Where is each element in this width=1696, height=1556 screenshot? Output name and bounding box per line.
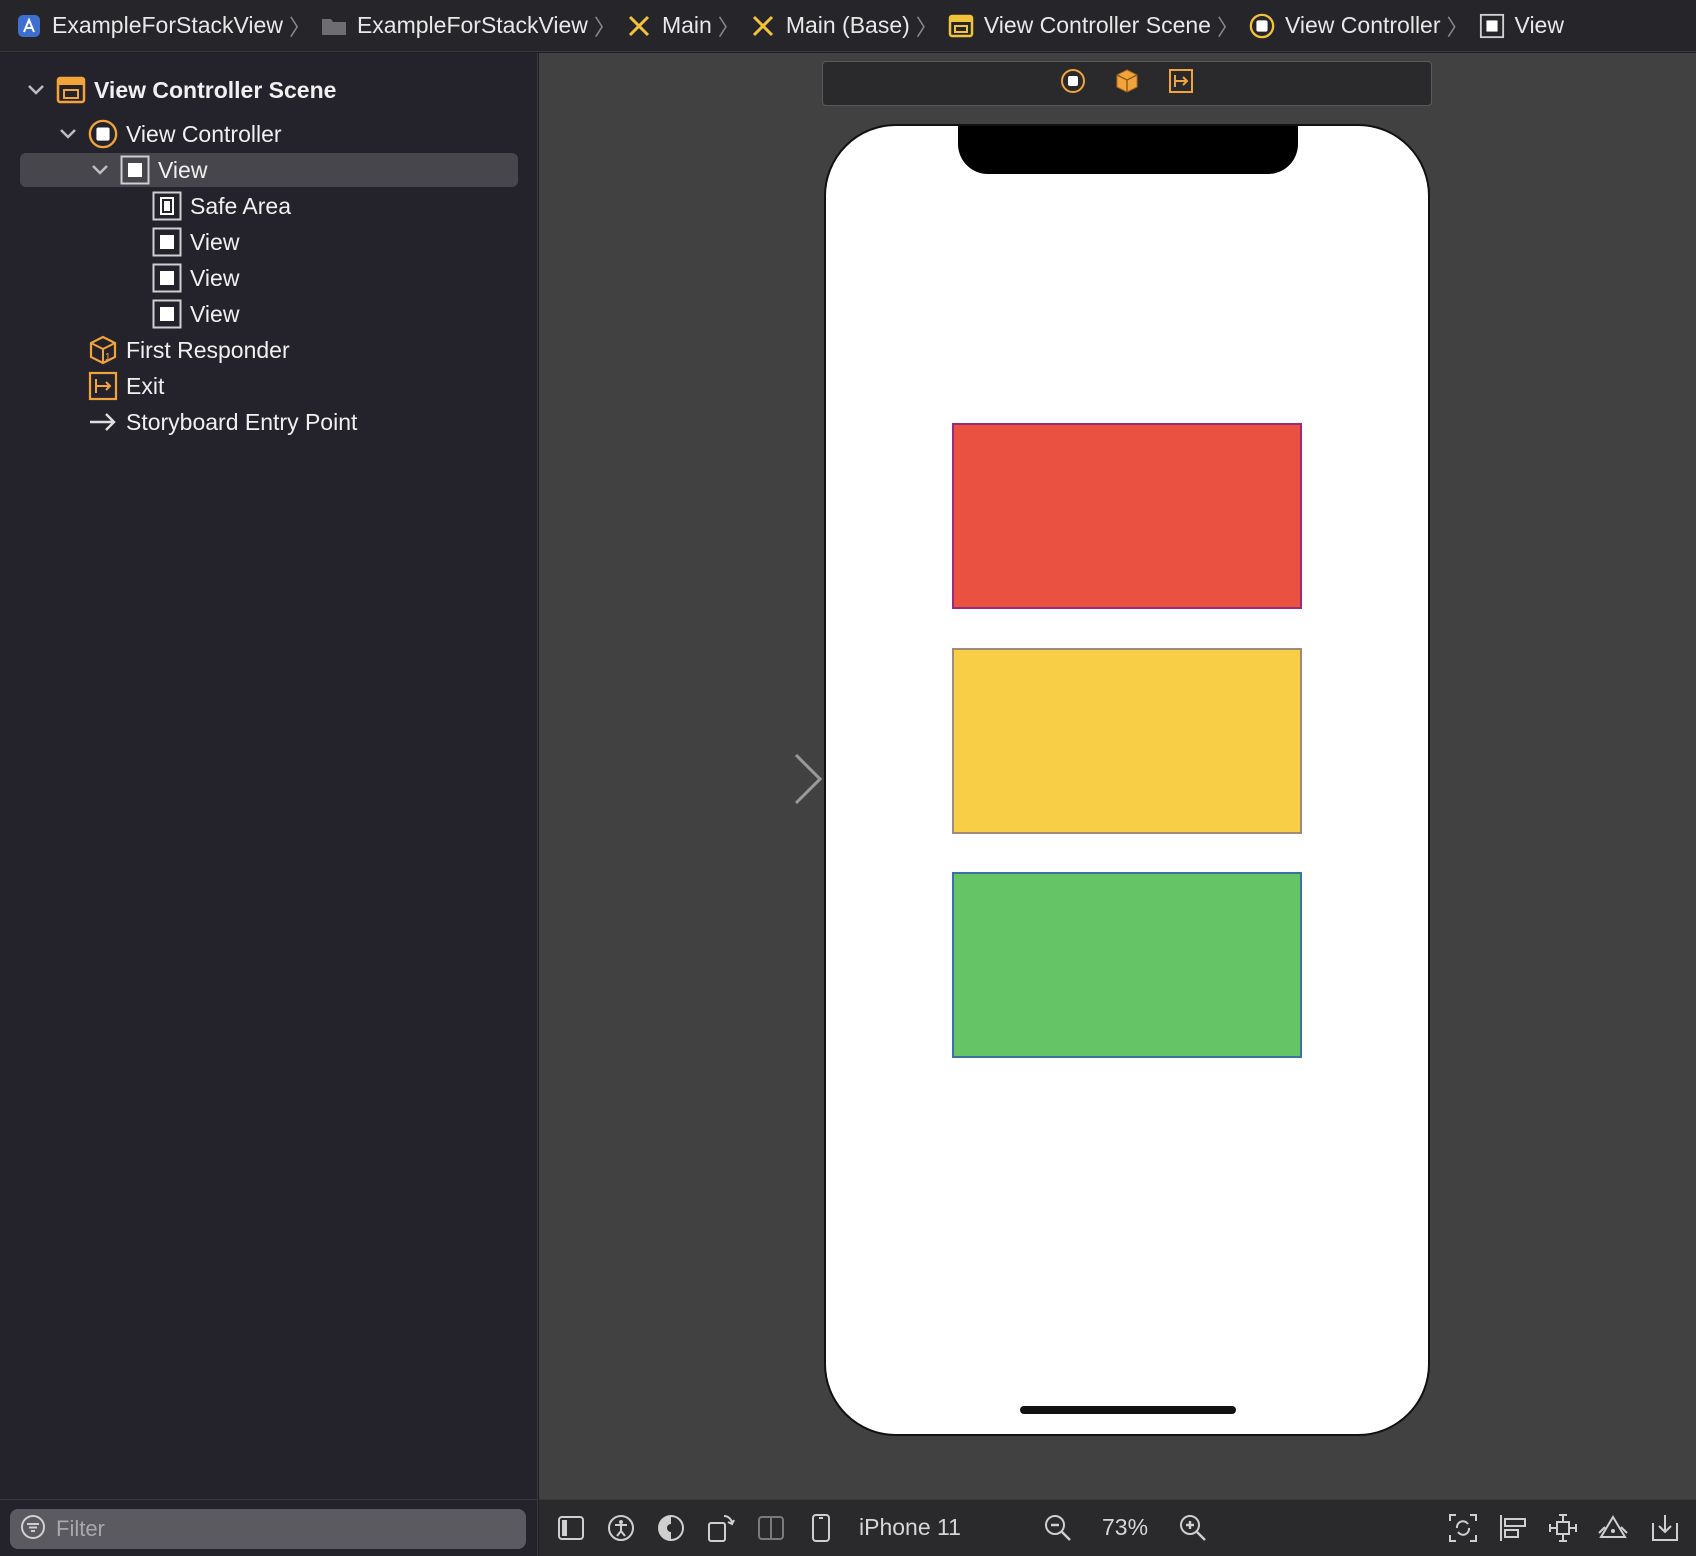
accessibility-icon[interactable] [603,1510,639,1546]
view-icon [152,263,182,293]
device-selector[interactable]: iPhone 11 [859,1514,961,1541]
outline-label: View [190,300,240,327]
filter-icon [20,1514,46,1545]
canvas-toolbar: iPhone 11 73% [539,1499,1696,1556]
add-constraints-icon[interactable] [1545,1510,1581,1546]
first-responder-icon: 1 [88,335,118,365]
svg-text:1: 1 [105,352,111,363]
outline-label: View [190,264,240,291]
exit-icon[interactable] [1168,68,1194,99]
outline-item-scene[interactable]: View Controller Scene [24,73,336,107]
appearance-icon[interactable] [653,1510,689,1546]
outline-item-first-responder[interactable]: 1 First Responder [88,333,290,367]
exit-icon [88,371,118,401]
update-frames-icon[interactable] [1445,1510,1481,1546]
chevron-right-icon: 〉 [288,14,311,40]
storyboard-canvas[interactable] [539,53,1696,1499]
outline-label: Exit [126,372,165,399]
outline-label: View [190,228,240,255]
crumb-label: Main [661,12,712,38]
filter-bar [0,1499,538,1556]
view-icon [1479,13,1505,39]
outline-label: First Responder [126,336,290,363]
chevron-right-icon: 〉 [915,14,938,40]
scene-icon [948,13,974,39]
crumb-storyboard[interactable]: Main [626,0,712,52]
red-view[interactable] [952,423,1302,609]
storyboard-icon [750,13,776,39]
zoom-out-icon[interactable] [1040,1510,1076,1546]
app-project-icon [16,13,42,39]
crumb-project[interactable]: ExampleForStackView [16,0,283,52]
outline-item-subview[interactable]: View [152,225,239,259]
outline-item-safe-area[interactable]: Safe Area [152,189,291,223]
outline-item-entry-point[interactable]: Storyboard Entry Point [88,405,357,439]
view-controller-icon [88,119,118,149]
align-icon[interactable] [1495,1510,1531,1546]
toggle-outline-icon[interactable] [553,1510,589,1546]
crumb-scene[interactable]: View Controller Scene [948,0,1211,52]
view-icon [152,299,182,329]
jump-bar: ExampleForStackView 〉 ExampleForStackVie… [0,0,1696,52]
zoom-in-icon[interactable] [1175,1510,1211,1546]
crumb-label: ExampleForStackView [356,12,588,38]
embed-in-icon[interactable] [1647,1510,1683,1546]
storyboard-icon [626,13,652,39]
crumb-folder[interactable]: ExampleForStackView [321,0,588,52]
outline-item-root-view[interactable]: View [88,153,207,187]
split-view-icon[interactable] [753,1510,789,1546]
crumb-view[interactable]: View [1479,0,1564,52]
arrow-right-icon [88,407,118,437]
view-controller-icon[interactable] [1060,68,1086,99]
filter-field[interactable] [10,1509,526,1549]
zoom-level: 73% [1102,1514,1149,1540]
outline-label: View [158,156,208,183]
chevron-right-icon: 〉 [593,14,616,40]
scene-icon [56,75,86,105]
entry-point-arrow[interactable] [674,753,824,812]
chevron-right-icon: 〉 [1216,14,1239,40]
crumb-label: Main (Base) [785,12,910,38]
device-icon[interactable] [803,1510,839,1546]
crumb-label: View Controller [1284,12,1441,38]
home-indicator [1020,1406,1236,1414]
crumb-label: ExampleForStackView [52,12,283,38]
outline-label: View Controller Scene [94,76,337,103]
first-responder-icon[interactable] [1114,68,1140,99]
outline-label: Storyboard Entry Point [126,408,358,435]
outline-label: Safe Area [190,192,292,219]
crumb-label: View [1514,12,1564,38]
chevron-right-icon: 〉 [1446,14,1469,40]
folder-icon [321,13,347,39]
outline-item-subview[interactable]: View [152,261,239,295]
orientation-icon[interactable] [703,1510,739,1546]
outline-label: View Controller [126,120,282,147]
outline-item-view-controller[interactable]: View Controller [56,117,282,151]
scene-dock [822,61,1432,106]
resolve-issues-icon[interactable] [1595,1510,1631,1546]
safe-area-icon [152,191,182,221]
outline-item-exit[interactable]: Exit [88,369,164,403]
crumb-view-controller[interactable]: View Controller [1249,0,1441,52]
crumb-label: View Controller Scene [983,12,1211,38]
view-controller-icon [1249,13,1275,39]
crumb-storyboard-base[interactable]: Main (Base) [750,0,910,52]
view-icon [120,155,150,185]
chevron-down-icon[interactable] [56,122,80,146]
iphone-frame [824,124,1430,1436]
view-icon [152,227,182,257]
chevron-down-icon[interactable] [24,78,48,102]
yellow-view[interactable] [952,648,1302,834]
notch [958,126,1298,174]
filter-input[interactable] [56,1516,496,1542]
chevron-right-icon: 〉 [717,14,740,40]
document-outline: View Controller Scene View Controller Vi… [0,53,538,1499]
outline-item-subview[interactable]: View [152,297,239,331]
chevron-down-icon[interactable] [88,158,112,182]
green-view[interactable] [952,872,1302,1058]
